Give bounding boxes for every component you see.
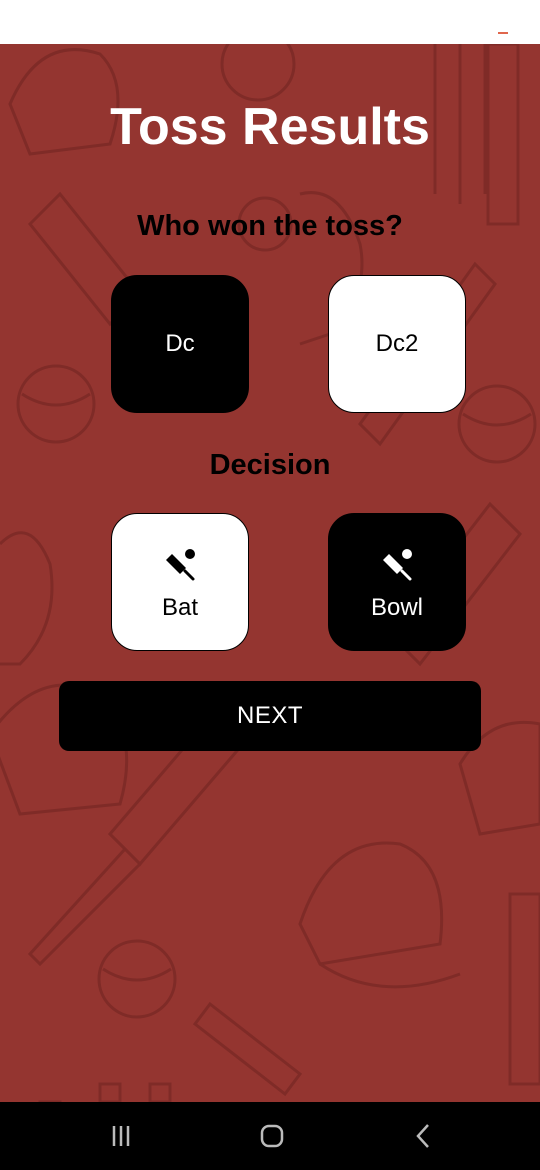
decision-option-bat[interactable]: Bat: [111, 513, 249, 651]
decision-label: Decision: [209, 449, 331, 481]
back-chevron-icon[interactable]: [404, 1116, 444, 1156]
decision-option-label: Bowl: [370, 594, 424, 621]
cricket-bat-ball-icon: [383, 549, 412, 581]
cricket-bat-ball-icon: [166, 549, 195, 581]
team-option-dc2[interactable]: Dc2: [328, 275, 466, 413]
decision-option-label: Bat: [161, 594, 199, 621]
system-navigation-bar: [0, 1102, 540, 1170]
decision-option-bowl[interactable]: Bowl: [328, 513, 466, 651]
toss-question-label: Who won the toss?: [137, 210, 403, 242]
status-indicator: [498, 32, 508, 34]
team-option-label: Dc: [165, 330, 195, 357]
home-icon[interactable]: [252, 1116, 292, 1156]
toss-results-screen: Toss Results Who won the toss? Dc Dc2 De…: [0, 0, 540, 1170]
team-option-dc[interactable]: Dc: [111, 275, 249, 413]
recent-apps-icon[interactable]: [101, 1116, 141, 1156]
team-option-label: Dc2: [375, 330, 419, 357]
status-bar: [0, 0, 540, 44]
page-title: Toss Results: [110, 98, 430, 156]
next-button[interactable]: NEXT: [59, 681, 481, 751]
